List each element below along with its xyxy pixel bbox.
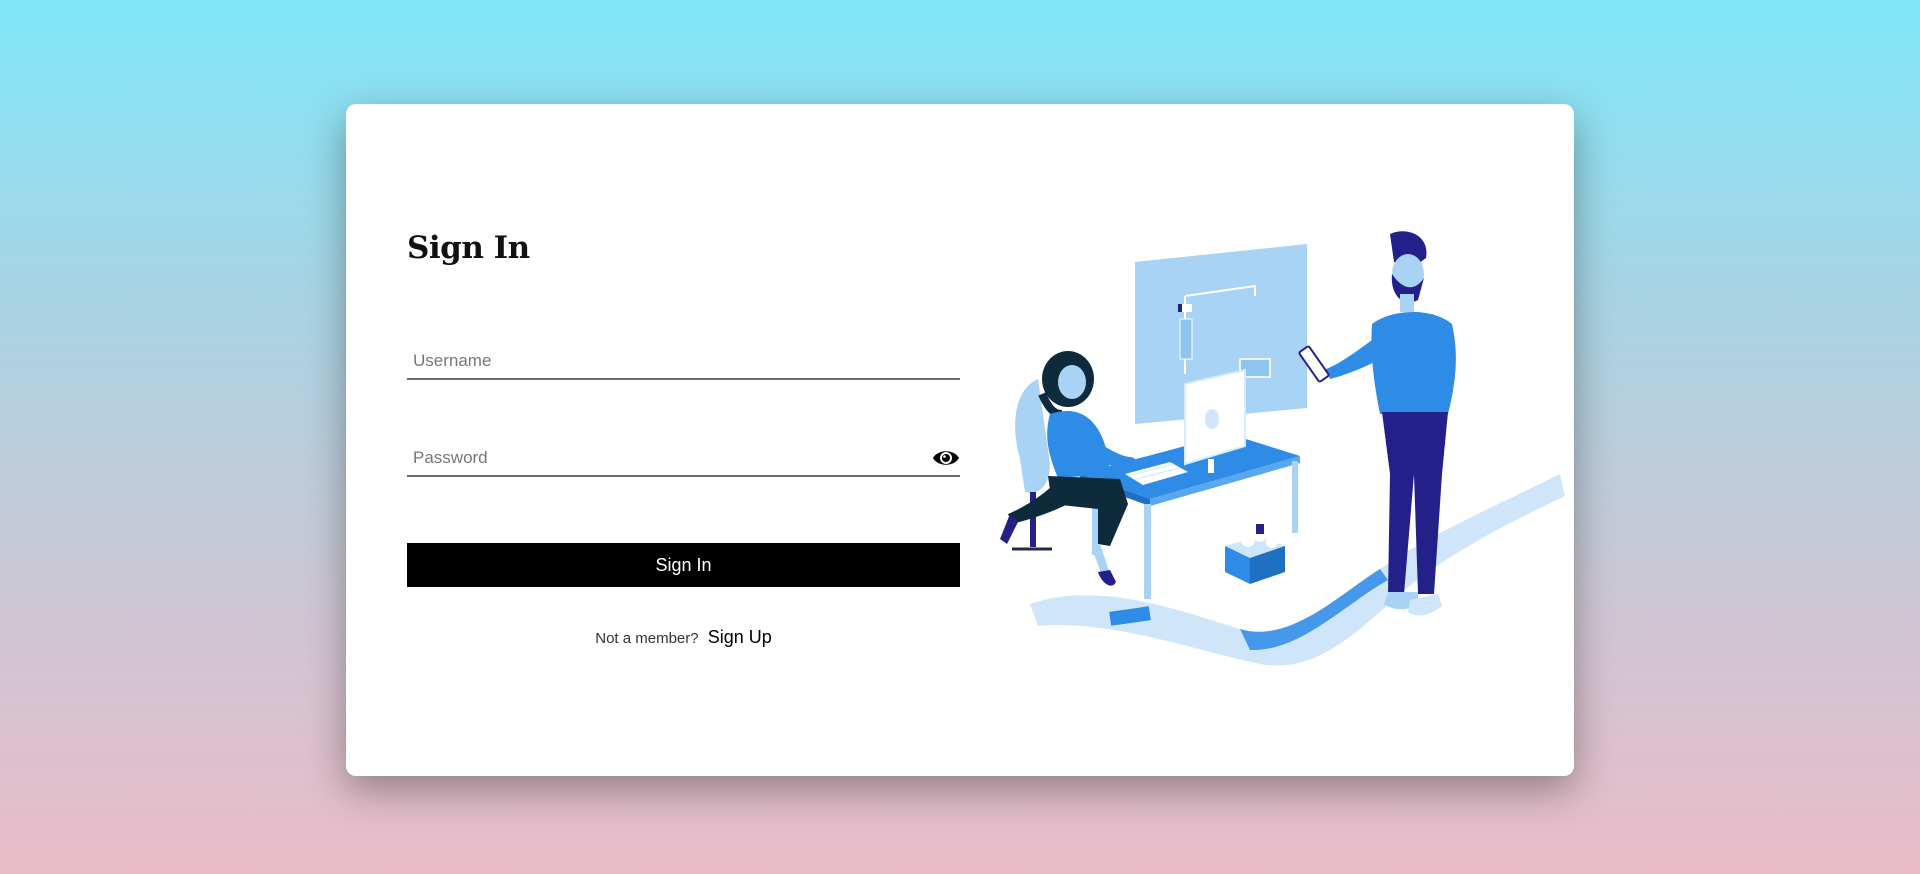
office-illustration [960,174,1574,706]
man-figure [1298,231,1456,616]
sign-in-button[interactable]: Sign In [407,543,960,587]
password-field [407,443,960,477]
page-title: Sign In [407,230,530,266]
sign-in-form: Sign In Sign In Not a member? Sign Up [407,104,960,776]
sign-up-link[interactable]: Sign Up [708,627,772,647]
username-input[interactable] [407,346,960,376]
signup-prompt: Not a member? [595,630,699,647]
box [1225,524,1285,584]
password-input[interactable] [407,443,960,473]
signup-row: Not a member? Sign Up [407,627,960,648]
eye-icon[interactable] [932,446,960,470]
username-field [407,346,960,380]
login-card: Sign In Sign In Not a member? Sign Up [346,104,1574,776]
